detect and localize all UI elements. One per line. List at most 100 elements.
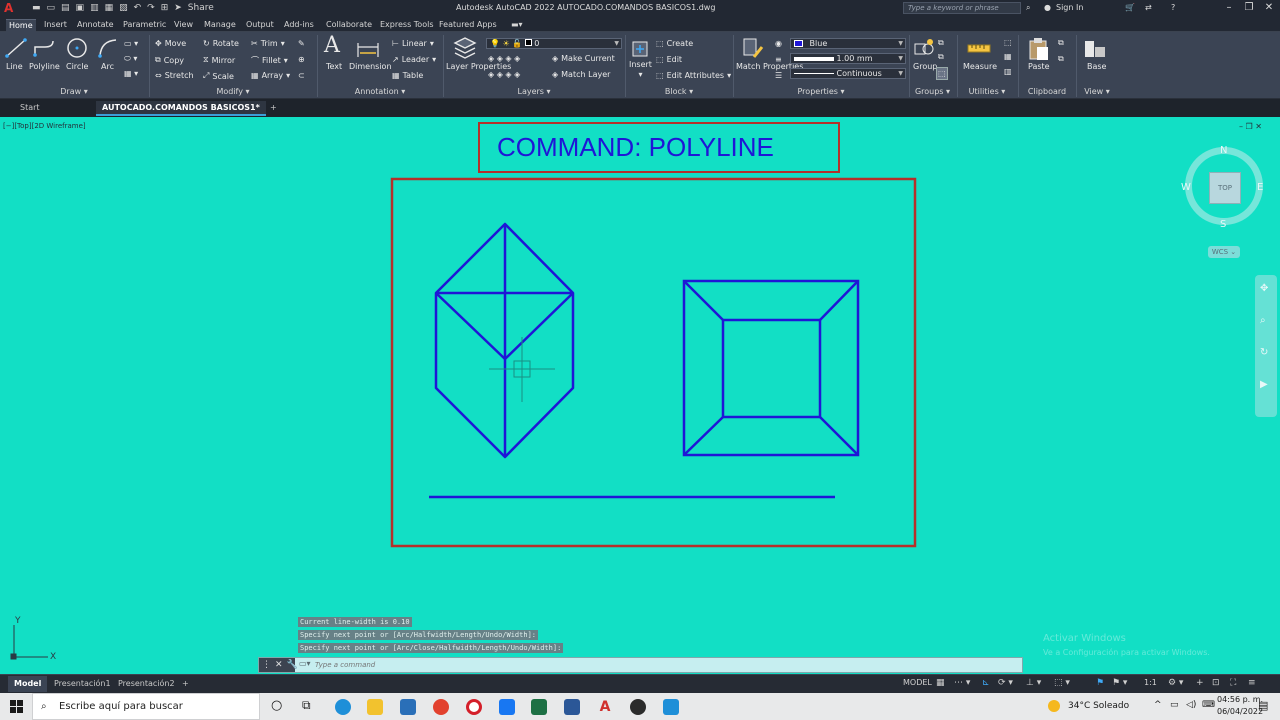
grip-icon[interactable]: ⋮ xyxy=(262,658,271,672)
annotation-visibility-icon[interactable]: ⚑ xyxy=(1096,678,1104,688)
cortana-icon[interactable]: ○ xyxy=(271,698,282,713)
media-icon[interactable] xyxy=(663,699,679,715)
command-input[interactable] xyxy=(315,659,1005,671)
viewcube-top-face[interactable]: TOP xyxy=(1209,172,1241,204)
settings-icon[interactable]: ⚙ ▾ xyxy=(1168,678,1183,688)
start-tab[interactable]: Start xyxy=(14,101,46,116)
layout-tab-presentacion2[interactable]: Presentación2 xyxy=(112,676,181,692)
zoom-icon[interactable]: ⌕ xyxy=(1260,315,1266,326)
layer-properties-icon[interactable] xyxy=(453,37,477,61)
undo-icon[interactable]: ↶ xyxy=(134,3,142,13)
tab-collaborate[interactable]: Collaborate xyxy=(323,19,375,32)
store-icon[interactable] xyxy=(400,699,416,715)
tab-annotate[interactable]: Annotate xyxy=(74,19,117,32)
tab-home[interactable]: Home xyxy=(6,19,36,32)
isolate-icon[interactable]: ⊡ xyxy=(1212,678,1220,688)
web-mobile-icon[interactable]: ▦ xyxy=(105,3,114,13)
base-button[interactable]: Base xyxy=(1087,62,1106,71)
group-button[interactable]: Group xyxy=(913,62,937,71)
model-tab[interactable]: Model xyxy=(8,676,48,692)
copy-clip-icon[interactable]: ⧉ xyxy=(1058,54,1064,64)
text-button[interactable]: Text xyxy=(326,62,342,71)
table-button[interactable]: ▦ Table xyxy=(392,71,423,80)
annotation-panel-title[interactable]: Annotation ▾ xyxy=(318,86,442,98)
stretch-button[interactable]: ⇔ Stretch xyxy=(155,71,194,80)
clipboard-panel-title[interactable]: Clipboard xyxy=(1019,86,1075,98)
circle-icon[interactable] xyxy=(66,37,88,59)
sign-in-button[interactable]: Sign In xyxy=(1056,3,1083,12)
ellipse-icon[interactable]: ⬭ ▾ xyxy=(124,54,137,64)
scale-button[interactable]: ⤢ Scale xyxy=(203,71,234,81)
calculator-icon[interactable]: ▦ xyxy=(1004,52,1012,61)
draw-panel-title[interactable]: Draw ▾ xyxy=(0,86,148,98)
cart-icon[interactable]: 🛒 xyxy=(1125,3,1135,12)
autocad-logo-icon[interactable]: A xyxy=(4,1,18,15)
chrome-icon[interactable] xyxy=(433,699,449,715)
language-icon[interactable]: ⌨ xyxy=(1202,700,1215,710)
add-layout-button[interactable]: + xyxy=(176,676,195,692)
weather-text[interactable]: 34°C Soleado xyxy=(1068,701,1129,711)
layer-dropdown[interactable]: 💡 ☀ 🔓 0 ▼ xyxy=(486,38,622,49)
linetype-icon[interactable]: ☰ xyxy=(775,71,782,80)
line-icon[interactable] xyxy=(5,37,27,59)
group-select-icon[interactable]: ⬚ xyxy=(936,67,948,80)
command-line[interactable]: ⋮ ✕ 🔧 ▭▾ xyxy=(258,657,1023,673)
group-edit-icon[interactable]: ⧉ xyxy=(938,52,944,62)
grid-icon[interactable]: ▦ xyxy=(936,678,945,688)
create-block-button[interactable]: ⬚ Create xyxy=(656,39,693,48)
user-icon[interactable]: ● xyxy=(1044,3,1051,12)
connect-icon[interactable]: ⇄ xyxy=(1145,3,1152,12)
workspace-icon[interactable]: ⊞ xyxy=(161,3,169,13)
redo-icon[interactable]: ↷ xyxy=(147,3,155,13)
dimension-button[interactable]: Dimension xyxy=(349,62,392,71)
close-icon[interactable]: ✕ xyxy=(1262,2,1276,14)
circle-button[interactable]: Circle xyxy=(66,62,88,71)
navigation-bar[interactable]: ✥ ⌕ ↻ ▶ xyxy=(1255,275,1277,417)
offset-icon[interactable]: ⊂ xyxy=(298,71,305,80)
windows-start-icon[interactable] xyxy=(10,700,23,713)
keyword-search-input[interactable]: Type a keyword or phrase xyxy=(903,2,1021,14)
recent-commands-icon[interactable]: ▭▾ xyxy=(299,659,311,668)
linetype-dropdown[interactable]: Continuous ▼ xyxy=(790,68,906,79)
autocad-taskbar-icon[interactable]: A xyxy=(597,699,613,715)
polyline-button[interactable]: Polyline xyxy=(29,62,60,71)
tab-manage[interactable]: Manage xyxy=(201,19,239,32)
ribbon-options-icon[interactable]: ▬▾ xyxy=(508,19,526,32)
block-panel-title[interactable]: Block ▾ xyxy=(626,86,732,98)
match-layer-button[interactable]: ◈ Match Layer xyxy=(552,70,610,79)
layer-tools-row-1[interactable]: ◈ ◈ ◈ ◈ xyxy=(488,54,520,63)
tray-chevron-icon[interactable]: ^ xyxy=(1154,700,1162,710)
polyline-icon[interactable] xyxy=(33,37,55,59)
paste-button[interactable]: Paste xyxy=(1028,62,1050,71)
array-button[interactable]: ▦ Array ▾ xyxy=(251,71,290,80)
rectangle-icon[interactable]: ▭ ▾ xyxy=(124,39,138,48)
osnap-icon[interactable]: ⬚ ▾ xyxy=(1054,678,1070,688)
move-button[interactable]: ✥ Move xyxy=(155,39,186,48)
copy-button[interactable]: ⧉ Copy xyxy=(155,55,184,65)
tab-featured-apps[interactable]: Featured Apps xyxy=(436,19,500,32)
annotation-scale[interactable]: 1:1 xyxy=(1144,678,1157,687)
add-icon[interactable]: + xyxy=(1196,678,1204,688)
fullscreen-icon[interactable]: ⛶ xyxy=(1230,678,1236,688)
new-file-icon[interactable]: ▭ xyxy=(47,3,56,13)
linear-button[interactable]: ⊢ Linear ▾ xyxy=(392,39,434,48)
utilities-panel-title[interactable]: Utilities ▾ xyxy=(958,86,1016,98)
measure-icon[interactable] xyxy=(967,40,991,58)
open-icon[interactable]: ▤ xyxy=(61,3,70,13)
volume-icon[interactable]: ◁) xyxy=(1186,700,1196,710)
osnap-tracking-icon[interactable]: ⊥ ▾ xyxy=(1026,678,1041,688)
edit-block-button[interactable]: ⬚ Edit xyxy=(656,55,682,64)
layers-panel-title[interactable]: Layers ▾ xyxy=(444,86,624,98)
groups-panel-title[interactable]: Groups ▾ xyxy=(910,86,955,98)
lineweight-dropdown[interactable]: 1.00 mm ▼ xyxy=(790,53,906,64)
drawing-area[interactable]: [−][Top][2D Wireframe] – ❐ ✕ COMMAND: PO… xyxy=(0,117,1280,674)
compass-south[interactable]: S xyxy=(1220,219,1226,230)
edit-attributes-button[interactable]: ⬚ Edit Attributes ▾ xyxy=(656,71,731,80)
tab-parametric[interactable]: Parametric xyxy=(120,19,169,32)
paste-icon[interactable] xyxy=(1028,37,1050,61)
close-command-icon[interactable]: ✕ xyxy=(275,658,283,672)
group-icon[interactable] xyxy=(913,38,935,60)
taskbar-search-input[interactable]: ⌕ Escribe aquí para buscar xyxy=(32,693,260,720)
tab-output[interactable]: Output xyxy=(243,19,277,32)
word-icon[interactable] xyxy=(564,699,580,715)
